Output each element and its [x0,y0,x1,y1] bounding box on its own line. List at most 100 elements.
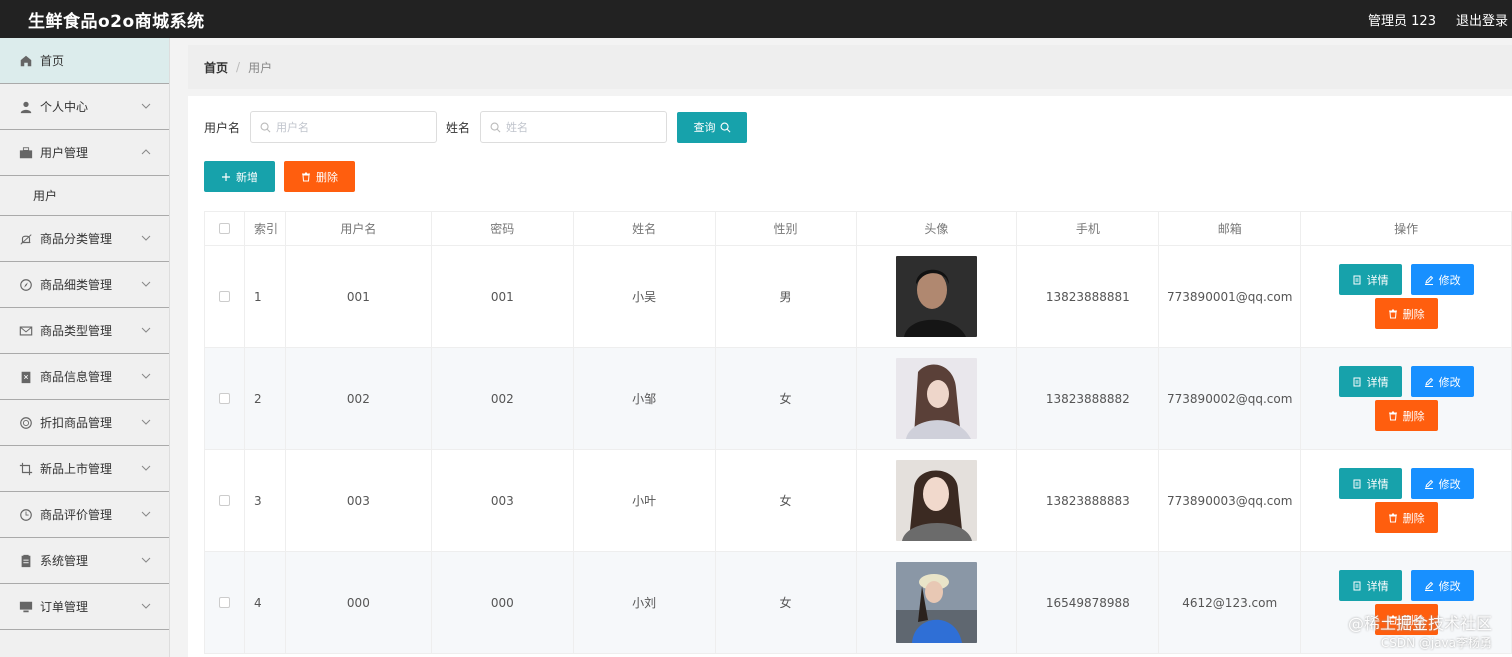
search-icon [720,122,731,132]
edit-button-label: 修改 [1438,579,1461,593]
cell-actions: 详情 修改 删除 [1301,348,1512,449]
logout-link[interactable]: 退出登录 [1456,10,1508,29]
header-name: 姓名 [574,212,716,245]
document-icon [1353,377,1361,386]
cell-gender: 女 [716,348,857,449]
content-panel: 用户名 用户名 姓名 姓名 查询 新增 删除 索引 用户名 密码 姓名 性别 头… [188,96,1512,657]
cell-email: 773890001@qq.com [1159,246,1302,347]
edit-button-label: 修改 [1438,477,1461,491]
sidebar-item-user-management[interactable]: 用户管理 [0,130,169,176]
sidebar-item-label: 用户管理 [40,146,89,160]
sidebar: 首页 个人中心 用户管理 用户 商品分类管理 商品细类管理 商品类型管理 商品信… [0,38,170,657]
sidebar-item-home[interactable]: 首页 [0,38,169,84]
edit-button[interactable]: 修改 [1410,570,1474,601]
delete-button[interactable]: 删除 [1374,400,1438,431]
sidebar-item-product-info-management[interactable]: 商品信息管理 [0,354,169,400]
chevron-down-icon [141,557,151,563]
app-title: 生鲜食品o2o商城系统 [28,11,205,32]
current-user-label: 管理员 123 [1368,13,1436,29]
search-icon [490,122,501,132]
cell-name: 小邹 [574,348,716,449]
chevron-down-icon [141,511,151,517]
add-button[interactable]: 新增 [204,161,275,192]
sidebar-item-label: 商品细类管理 [40,278,113,292]
breadcrumb-home[interactable]: 首页 [204,59,228,76]
chevron-down-icon [141,235,151,241]
username-search-input[interactable]: 用户名 [250,111,438,143]
table-row: 4 000 000 小刘 女 16549878988 4612@123.com … [205,552,1512,654]
row-checkbox[interactable] [218,597,230,608]
sidebar-item-type-management[interactable]: 商品类型管理 [0,308,169,354]
header-index: 索引 [245,212,286,245]
edit-button[interactable]: 修改 [1410,468,1474,499]
cell-phone: 16549878988 [1017,552,1160,653]
sidebar-item-personal-center[interactable]: 个人中心 [0,84,169,130]
row-select-cell [205,450,245,551]
detail-button-label: 详情 [1366,273,1389,287]
name-search-input[interactable]: 姓名 [480,111,668,143]
sidebar-item-category-management[interactable]: 商品分类管理 [0,216,169,262]
delete-button[interactable]: 删除 [1374,502,1438,533]
cell-name: 小刘 [574,552,716,653]
row-checkbox[interactable] [218,291,230,302]
home-icon [19,54,33,68]
detail-button[interactable]: 详情 [1338,468,1402,499]
add-button-label: 新增 [236,170,258,184]
cell-gender: 女 [716,450,857,551]
avatar [895,358,977,439]
edit-icon [1424,581,1433,591]
breadcrumb-separator: / [236,60,241,74]
header-avatar: 头像 [857,212,1018,245]
sidebar-item-discount-management[interactable]: 折扣商品管理 [0,400,169,446]
watermark-line2: CSDN @java李杨勇 [1380,636,1492,650]
detail-button[interactable]: 详情 [1338,366,1402,397]
cell-name: 小吴 [574,246,716,347]
sidebar-subitem-users[interactable]: 用户 [0,176,169,216]
delete-button-label: 删除 [1402,511,1425,525]
user-icon [19,100,33,114]
sidebar-item-label: 个人中心 [40,100,89,114]
cell-phone: 13823888883 [1017,450,1160,551]
sidebar-item-label: 折扣商品管理 [40,416,113,430]
bell-icon [19,232,33,246]
cell-password: 002 [432,348,574,449]
detail-button-label: 详情 [1366,375,1389,389]
edit-button[interactable]: 修改 [1410,366,1474,397]
row-checkbox[interactable] [218,393,230,404]
briefcase-icon [19,146,33,160]
cell-password: 000 [432,552,574,653]
delete-button[interactable]: 删除 [1374,298,1438,329]
sidebar-item-order-management[interactable]: 订单管理 [0,584,169,630]
edit-button[interactable]: 修改 [1410,264,1474,295]
header-email: 邮箱 [1159,212,1302,245]
sidebar-item-subcategory-management[interactable]: 商品细类管理 [0,262,169,308]
clipboard-icon [19,370,33,384]
sidebar-item-new-arrivals-management[interactable]: 新品上市管理 [0,446,169,492]
detail-button[interactable]: 详情 [1338,264,1402,295]
select-all-checkbox[interactable] [218,223,230,234]
document-icon [1353,581,1361,590]
batch-delete-button[interactable]: 删除 [284,161,355,192]
cell-gender: 女 [716,552,857,653]
detail-button[interactable]: 详情 [1338,570,1402,601]
edit-icon [1424,275,1433,285]
cell-username: 002 [286,348,432,449]
cell-avatar [857,450,1018,551]
cell-phone: 13823888882 [1017,348,1160,449]
cell-avatar [857,348,1018,449]
query-button[interactable]: 查询 [677,111,748,143]
sidebar-item-review-management[interactable]: 商品评价管理 [0,492,169,538]
sidebar-item-system-management[interactable]: 系统管理 [0,538,169,584]
cell-email: 773890002@qq.com [1159,348,1302,449]
sidebar-item-label: 订单管理 [40,600,89,614]
delete-button-label: 删除 [1402,307,1425,321]
row-select-cell [205,348,245,449]
name-label: 姓名 [446,120,471,135]
cell-index: 1 [245,246,286,347]
row-checkbox[interactable] [218,495,230,506]
target-icon [19,416,33,430]
sidebar-item-label: 新品上市管理 [40,462,113,476]
document-icon [19,554,33,568]
sidebar-item-label: 商品评价管理 [40,508,113,522]
select-all-cell [205,212,245,245]
